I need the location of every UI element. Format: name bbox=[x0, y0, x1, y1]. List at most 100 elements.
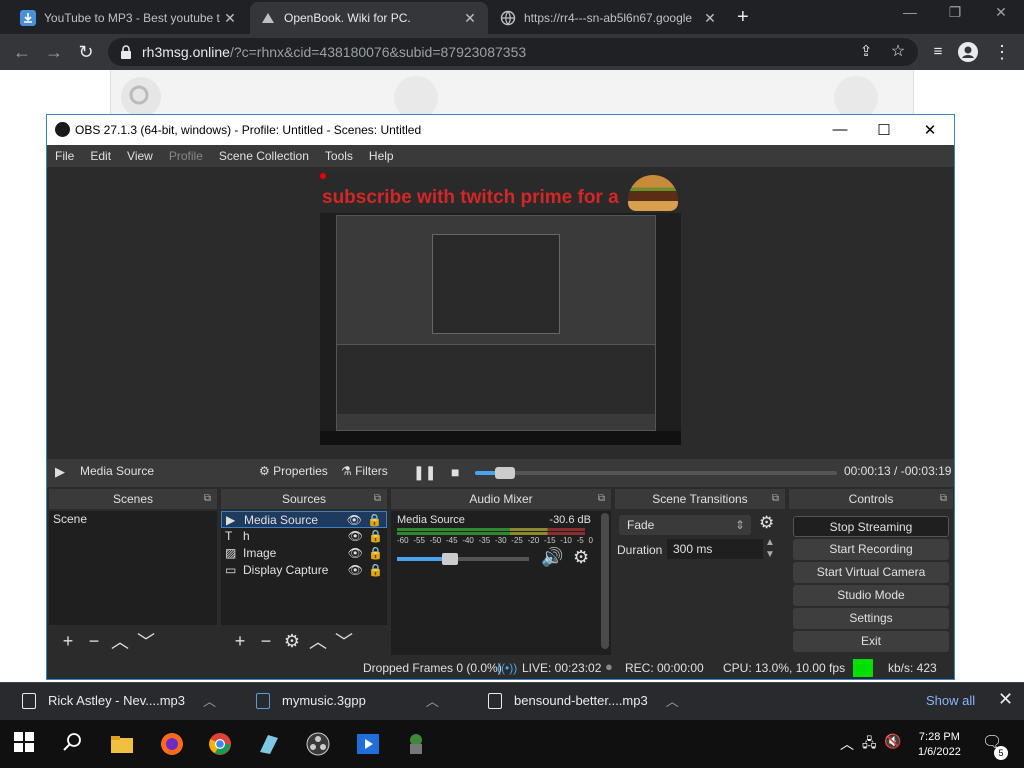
stepper-up-icon[interactable]: ▲ bbox=[765, 537, 775, 548]
gear-icon[interactable]: ⚙ bbox=[573, 547, 589, 568]
stream-preview[interactable]: subscribe with twitch prime for a bbox=[320, 173, 681, 445]
notes-app-icon[interactable] bbox=[256, 732, 280, 756]
chevron-up-icon[interactable]: ︿ bbox=[840, 734, 854, 754]
close-icon[interactable]: ✕ bbox=[998, 689, 1013, 710]
close-icon[interactable]: ✕ bbox=[222, 10, 238, 27]
network-icon[interactable]: 🖧 bbox=[862, 734, 877, 756]
list-item[interactable]: Scene bbox=[49, 511, 217, 528]
visibility-eye-icon[interactable]: 👁 bbox=[348, 528, 363, 545]
lock-icon[interactable]: 🔒 bbox=[368, 545, 383, 562]
system-clock[interactable]: 7:28 PM 1/6/2022 bbox=[918, 730, 961, 760]
chevron-up-icon[interactable]: ︿ bbox=[203, 691, 216, 710]
media-queue-icon[interactable]: ≡ bbox=[928, 42, 948, 62]
exit-button[interactable]: Exit bbox=[793, 631, 949, 652]
obs-taskbar-icon[interactable] bbox=[306, 732, 330, 756]
minimize-icon[interactable]: — bbox=[825, 121, 855, 138]
download-item[interactable]: mymusic.3gpp ︿ bbox=[256, 691, 439, 710]
close-icon[interactable]: ✕ bbox=[462, 10, 478, 27]
close-icon[interactable]: ✕ bbox=[915, 121, 945, 139]
file-explorer-icon[interactable] bbox=[110, 732, 134, 756]
close-window-icon[interactable]: ✕ bbox=[986, 4, 1016, 21]
move-down-icon[interactable]: ﹀ bbox=[133, 628, 159, 654]
back-icon[interactable]: ← bbox=[12, 42, 32, 62]
gear-icon[interactable]: ⚙ bbox=[759, 513, 774, 533]
volume-muted-icon[interactable]: 🔇 bbox=[884, 733, 901, 750]
tab-googlevideo[interactable]: https://rr4---sn-ab5l6n67.google ✕ bbox=[490, 2, 728, 34]
transition-select[interactable]: Fade ⇕ bbox=[619, 515, 751, 535]
menu-help[interactable]: Help bbox=[361, 149, 402, 163]
visibility-eye-icon[interactable]: 👁 bbox=[348, 562, 363, 579]
chevron-up-icon[interactable]: ︿ bbox=[426, 691, 439, 710]
share-icon[interactable]: ⇪ bbox=[856, 42, 876, 62]
remove-icon[interactable]: − bbox=[81, 631, 107, 652]
play-icon[interactable]: ▶ bbox=[55, 464, 65, 480]
duration-input[interactable]: 300 ms bbox=[667, 539, 763, 559]
remove-icon[interactable]: − bbox=[253, 631, 279, 652]
add-icon[interactable]: + bbox=[55, 631, 81, 652]
restore-icon[interactable]: ❐ bbox=[940, 4, 970, 21]
source-item-display[interactable]: ▭ Display Capture 👁 🔒 bbox=[221, 562, 387, 579]
volume-slider[interactable] bbox=[397, 553, 529, 565]
download-item[interactable]: bensound-better....mp3 ︿ bbox=[488, 691, 679, 710]
media-player-icon[interactable] bbox=[356, 732, 380, 756]
menu-tools[interactable]: Tools bbox=[317, 149, 361, 163]
bookmark-star-icon[interactable]: ☆ bbox=[888, 42, 908, 62]
speaker-icon[interactable]: 🔊 bbox=[541, 547, 563, 568]
profile-avatar-icon[interactable] bbox=[958, 42, 978, 62]
source-item-text[interactable]: Th 👁 🔒 bbox=[221, 528, 387, 545]
undock-icon[interactable]: ⧉ bbox=[374, 489, 381, 509]
new-tab-button[interactable]: + bbox=[737, 6, 749, 29]
menu-file[interactable]: File bbox=[47, 149, 82, 163]
stepper-down-icon[interactable]: ▼ bbox=[765, 549, 775, 560]
menu-edit[interactable]: Edit bbox=[82, 149, 119, 163]
close-icon[interactable]: ✕ bbox=[702, 10, 718, 27]
tab-openbook[interactable]: OpenBook. Wiki for PC. ✕ bbox=[250, 2, 488, 34]
show-all-downloads-link[interactable]: Show all bbox=[926, 693, 975, 708]
source-item-image[interactable]: ▨ Image 👁 🔒 bbox=[221, 545, 387, 562]
menu-scene-collection[interactable]: Scene Collection bbox=[211, 149, 317, 163]
lock-icon[interactable]: 🔒 bbox=[367, 512, 382, 529]
pause-icon[interactable]: ❚❚ bbox=[413, 464, 436, 481]
undock-icon[interactable]: ⧉ bbox=[940, 489, 947, 509]
windows-start-icon[interactable] bbox=[14, 732, 38, 756]
chevron-up-icon[interactable]: ︿ bbox=[666, 691, 679, 710]
start-recording-button[interactable]: Start Recording bbox=[793, 539, 949, 560]
undock-icon[interactable]: ⧉ bbox=[598, 489, 605, 509]
settings-button[interactable]: Settings bbox=[793, 608, 949, 629]
volume-handle[interactable] bbox=[442, 553, 458, 565]
undock-icon[interactable]: ⧉ bbox=[772, 489, 779, 509]
add-icon[interactable]: + bbox=[227, 631, 253, 652]
reload-icon[interactable]: ↻ bbox=[76, 42, 96, 62]
undock-icon[interactable]: ⧉ bbox=[204, 489, 211, 509]
media-seek-bar[interactable] bbox=[475, 467, 837, 479]
source-item-media[interactable]: ▶ Media Source 👁 🔒 bbox=[221, 511, 387, 528]
minimize-icon[interactable]: — bbox=[895, 4, 925, 20]
gear-icon[interactable]: ⚙ bbox=[279, 631, 305, 652]
move-up-icon[interactable]: ︿ bbox=[107, 628, 133, 654]
download-item[interactable]: Rick Astley - Nev....mp3 ︿ bbox=[22, 691, 216, 710]
mixer-scrollbar[interactable] bbox=[601, 513, 609, 649]
kebab-menu-icon[interactable]: ⋮ bbox=[992, 42, 1012, 62]
maximize-icon[interactable]: ☐ bbox=[869, 121, 899, 139]
address-bar[interactable]: rh3msg.online/?c=rhnx&cid=438180076&subi… bbox=[108, 38, 918, 66]
properties-button[interactable]: ⚙ Properties bbox=[259, 464, 328, 478]
filters-button[interactable]: ⚗ Filters bbox=[341, 464, 388, 478]
move-down-icon[interactable]: ﹀ bbox=[331, 628, 357, 654]
menu-view[interactable]: View bbox=[119, 149, 161, 163]
chrome-icon[interactable] bbox=[208, 732, 232, 756]
visibility-eye-icon[interactable]: 👁 bbox=[347, 512, 362, 529]
stop-streaming-button[interactable]: Stop Streaming bbox=[793, 516, 949, 537]
studio-mode-button[interactable]: Studio Mode bbox=[793, 585, 949, 606]
start-virtual-camera-button[interactable]: Start Virtual Camera bbox=[793, 562, 949, 583]
move-up-icon[interactable]: ︿ bbox=[305, 628, 331, 654]
lock-icon[interactable]: 🔒 bbox=[368, 562, 383, 579]
search-icon[interactable] bbox=[62, 732, 86, 756]
forward-icon[interactable]: → bbox=[44, 42, 64, 62]
seek-handle[interactable] bbox=[495, 467, 515, 479]
stop-icon[interactable]: ■ bbox=[451, 464, 459, 480]
game-app-icon[interactable] bbox=[404, 732, 428, 756]
firefox-icon[interactable] bbox=[160, 732, 184, 756]
lock-icon[interactable]: 🔒 bbox=[368, 528, 383, 545]
tab-youtube-mp3[interactable]: YouTube to MP3 - Best youtube t ✕ bbox=[10, 2, 248, 34]
menu-profile[interactable]: Profile bbox=[161, 149, 211, 163]
